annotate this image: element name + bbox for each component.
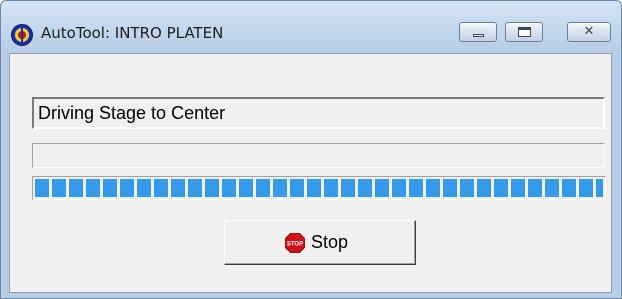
maximize-icon [518,27,531,37]
app-logo-icon[interactable] [11,24,33,46]
progress-bar [32,176,606,200]
progress-fill [35,179,603,197]
minimize-button[interactable] [459,22,497,42]
app-logo-bar [21,26,23,44]
dialog-client-area: Driving Stage to Center STOP Stop [9,53,612,293]
close-icon: ✕ [583,24,595,39]
window-title: AutoTool: INTRO PLATEN [41,24,224,42]
status-message: Driving Stage to Center [38,103,226,123]
secondary-status-box [32,143,605,168]
title-bar[interactable]: AutoTool: INTRO PLATEN ✕ [1,1,621,51]
stop-sign-icon: STOP [285,233,305,253]
dialog-window: AutoTool: INTRO PLATEN ✕ Driving Stage t… [0,0,622,299]
stop-button-label: Stop [311,232,349,252]
maximize-button[interactable] [505,22,543,42]
stop-button[interactable]: STOP Stop [224,220,416,265]
close-button[interactable]: ✕ [567,22,611,42]
status-message-box: Driving Stage to Center [32,97,605,129]
minimize-icon [473,34,484,37]
stop-sign-text: STOP [287,242,303,248]
